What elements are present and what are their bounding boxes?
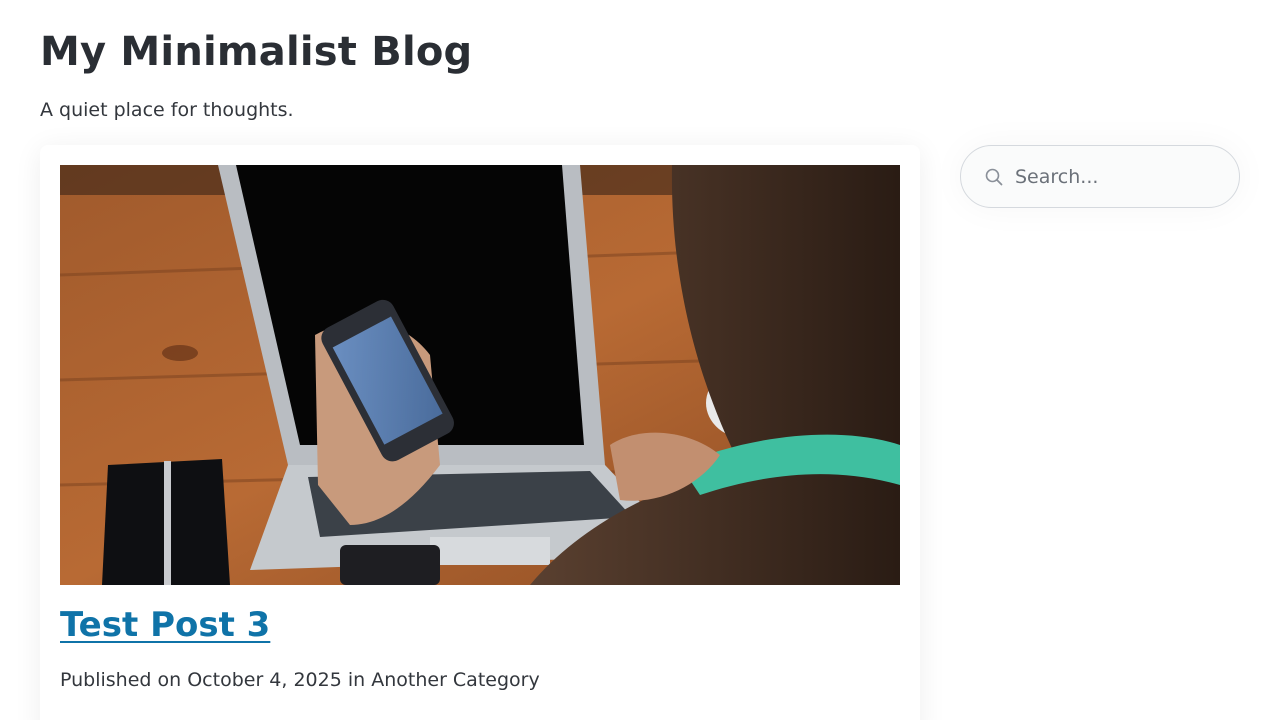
post-meta: Published on October 4, 2025 in Another … xyxy=(60,669,540,691)
page: My Minimalist Blog A quiet place for tho… xyxy=(0,0,1280,720)
post-card: Test Post 3 Published on October 4, 2025… xyxy=(40,145,920,720)
search-icon xyxy=(984,167,1004,187)
search-box[interactable] xyxy=(960,145,1240,208)
post-title-link[interactable]: Test Post 3 xyxy=(60,603,270,647)
search-input[interactable] xyxy=(1015,158,1215,196)
site-title[interactable]: My Minimalist Blog xyxy=(40,26,472,78)
site-tagline: A quiet place for thoughts. xyxy=(40,99,294,121)
post-featured-image[interactable] xyxy=(60,165,900,585)
